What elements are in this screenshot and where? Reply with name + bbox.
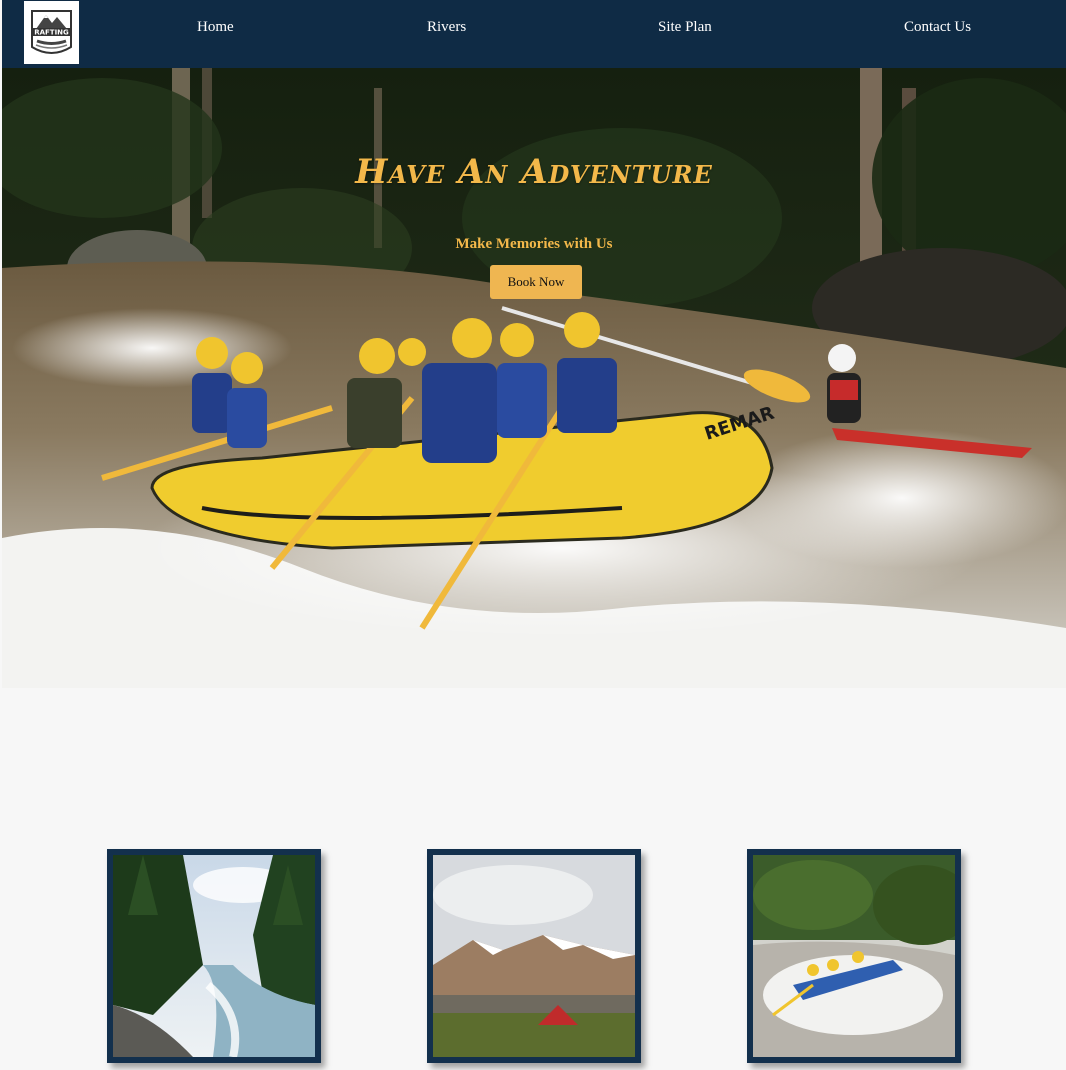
hero-title: Have An Adventure bbox=[355, 152, 713, 192]
hero-image: REMAR Have An Adventure Make Memories wi… bbox=[2, 68, 1066, 688]
gallery-card-rafting-group[interactable] bbox=[747, 849, 961, 1063]
nav-home-link[interactable]: Home bbox=[197, 19, 234, 36]
nav-contact-us-link[interactable]: Contact Us bbox=[904, 19, 971, 36]
mountain-raft-logo-icon: RAFTING bbox=[24, 1, 79, 64]
nav-site-plan-link[interactable]: Site Plan bbox=[658, 19, 712, 36]
nav-rivers-link[interactable]: Rivers bbox=[427, 19, 466, 36]
gallery-card-mountain-camping[interactable] bbox=[427, 849, 641, 1063]
gallery-card-forest-river[interactable] bbox=[107, 849, 321, 1063]
logo-text: RAFTING bbox=[34, 29, 69, 37]
logo[interactable]: RAFTING bbox=[24, 1, 79, 64]
top-navbar: RAFTING Home Rivers Site Plan Contact Us bbox=[2, 0, 1066, 68]
mountain-camping-photo bbox=[433, 855, 635, 1057]
book-now-button[interactable]: Book Now bbox=[490, 265, 582, 299]
rafting-group-photo bbox=[753, 855, 955, 1057]
hero-subtitle: Make Memories with Us bbox=[455, 236, 613, 252]
forest-river-photo bbox=[113, 855, 315, 1057]
